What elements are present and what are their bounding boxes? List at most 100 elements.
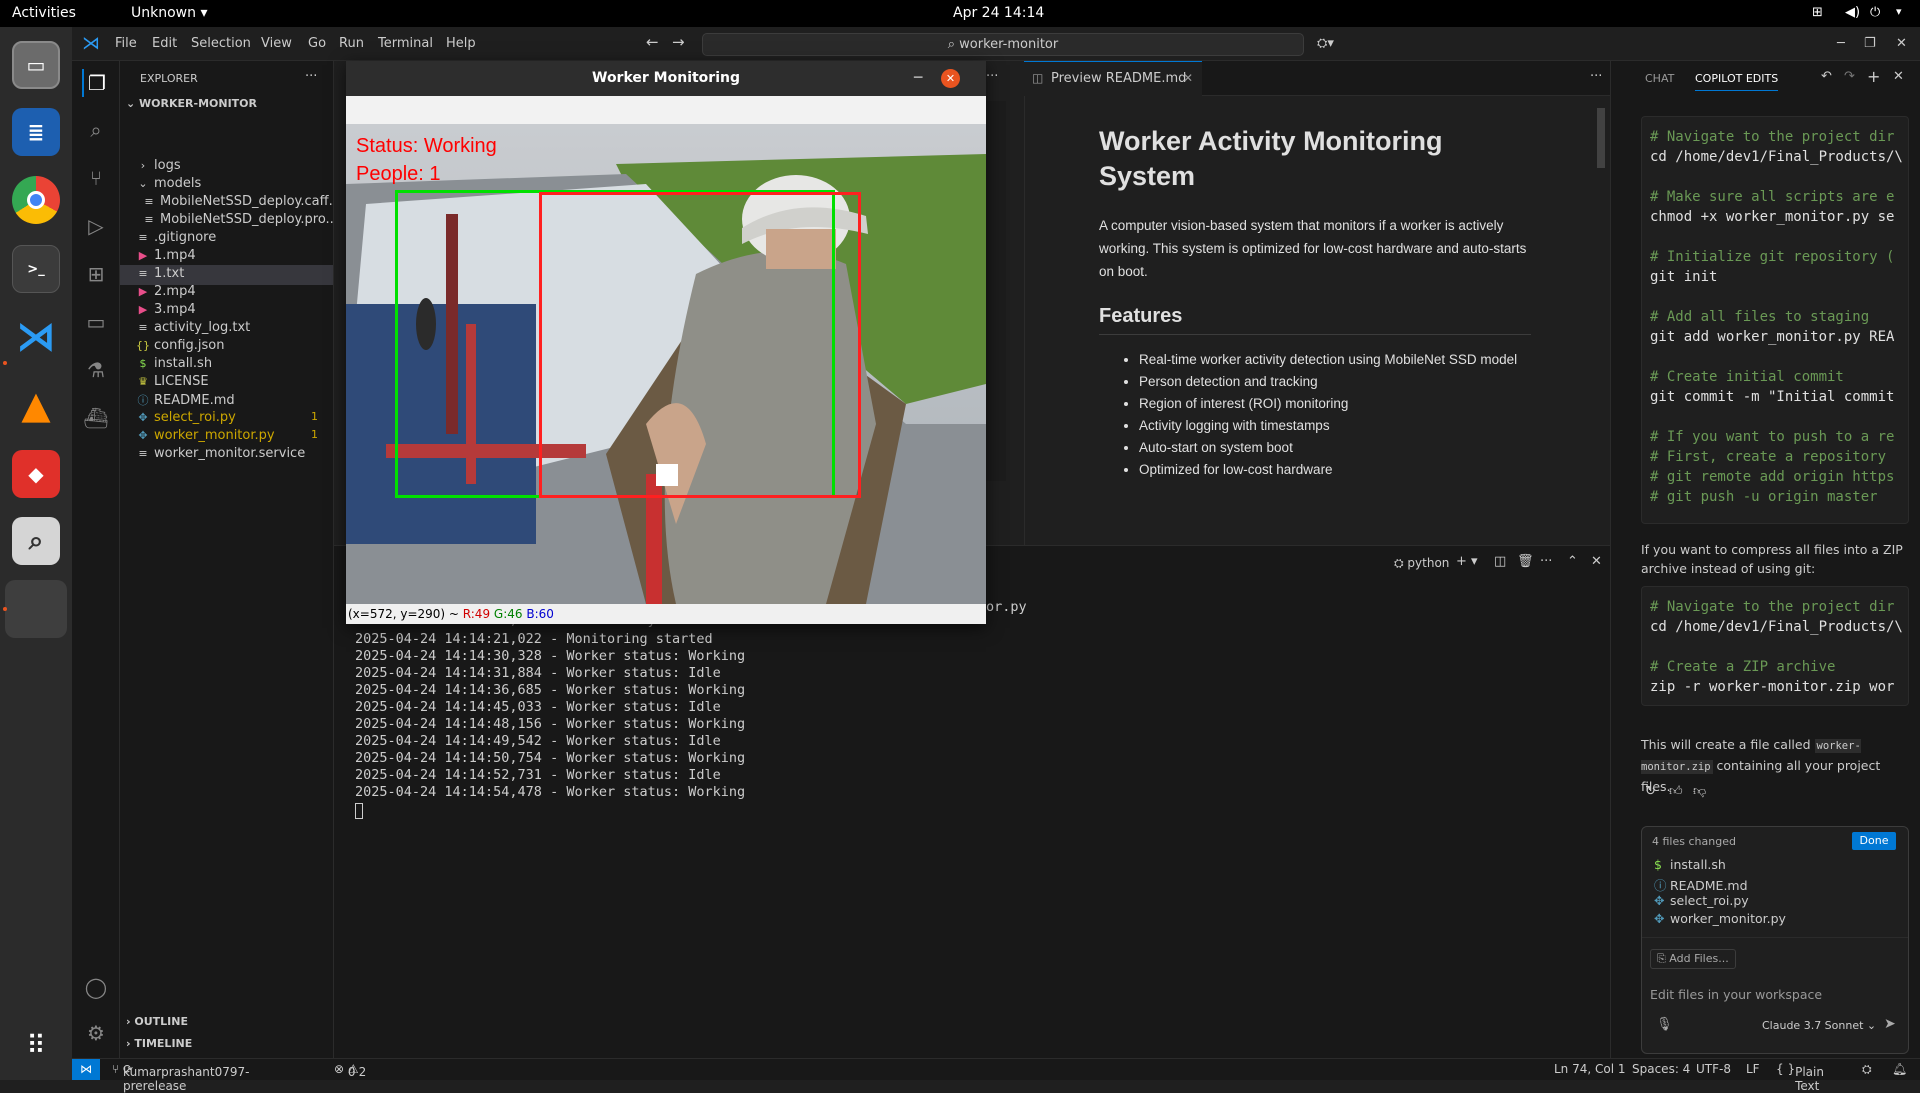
file-item[interactable]: ✥ select_roi.py xyxy=(136,410,235,425)
file-item[interactable]: ≡ activity_log.txt xyxy=(136,320,250,335)
run-debug-icon[interactable]: ▷ xyxy=(82,212,110,240)
code-block-zip[interactable]: # Navigate to the project dir cd /home/de… xyxy=(1641,586,1909,706)
menu-view[interactable]: View xyxy=(261,36,292,51)
kill-terminal-icon[interactable]: 🗑 xyxy=(1517,554,1534,569)
file-item[interactable]: ▶ 1.mp4 xyxy=(136,248,196,263)
folder-item[interactable]: ⌄ models xyxy=(136,176,201,191)
cursor-position[interactable]: Ln 74, Col 1 xyxy=(1554,1062,1626,1076)
files-app-icon[interactable]: ▭ xyxy=(12,41,60,89)
writer-app-icon[interactable]: ≣ xyxy=(12,108,60,156)
close-panel-icon[interactable]: ✕ xyxy=(1893,69,1904,84)
file-item[interactable]: ✥ worker_monitor.py xyxy=(136,428,274,443)
explorer-icon[interactable]: ❐ xyxy=(82,69,110,97)
search-icon[interactable]: ⌕ xyxy=(82,116,110,144)
show-apps-icon[interactable]: ⠿ xyxy=(20,1030,52,1062)
indentation[interactable]: Spaces: 4 xyxy=(1632,1062,1690,1076)
copilot-status-icon[interactable]: ⛭ xyxy=(1862,1062,1872,1077)
file-item[interactable]: ≡ MobileNetSSD_deploy.caff... xyxy=(142,194,341,209)
timeline-section[interactable]: › TIMELINE xyxy=(126,1037,192,1050)
new-terminal-icon[interactable]: + ▾ xyxy=(1456,554,1478,569)
retry-icon[interactable]: ↻ xyxy=(1645,784,1656,799)
close-panel-icon[interactable]: ✕ xyxy=(1591,554,1602,569)
file-item[interactable]: ▶ 3.mp4 xyxy=(136,302,196,317)
send-icon[interactable]: ➤ xyxy=(1884,1016,1896,1032)
vscode-app-icon[interactable]: ⋊ xyxy=(12,313,60,361)
window-minimize-icon[interactable]: ─ xyxy=(914,61,922,96)
window-titlebar[interactable]: Worker Monitoring ─ ✕ xyxy=(346,61,986,96)
menu-selection[interactable]: Selection xyxy=(191,36,251,51)
changed-file-item[interactable]: ✥ select_roi.py xyxy=(1654,893,1749,908)
menu-help[interactable]: Help xyxy=(446,36,476,51)
model-picker[interactable]: Claude 3.7 Sonnet ⌄ xyxy=(1762,1019,1876,1032)
volume-icon[interactable]: ◀) xyxy=(1845,5,1860,20)
testing-icon[interactable]: ⚗ xyxy=(82,356,110,384)
command-center-search[interactable]: ⌕ worker-monitor xyxy=(702,33,1304,56)
file-item[interactable]: ≡ worker_monitor.service xyxy=(136,446,305,461)
edit-prompt-input[interactable]: Edit files in your workspace xyxy=(1650,987,1822,1002)
changed-file-item[interactable]: $ install.sh xyxy=(1654,857,1726,872)
explorer-more-icon[interactable]: ··· xyxy=(305,69,317,84)
minimize-icon[interactable]: ─ xyxy=(1837,36,1845,51)
terminal-more-icon[interactable]: ··· xyxy=(1540,554,1552,569)
file-item[interactable]: $ install.sh xyxy=(136,356,213,371)
changed-file-item[interactable]: ⓘ README.md xyxy=(1654,875,1748,894)
terminal-shell-label[interactable]: ⛭ python xyxy=(1394,556,1449,571)
workspace-root[interactable]: ⌄ WORKER-MONITOR xyxy=(126,97,257,110)
anydesk-app-icon[interactable]: ◆ xyxy=(12,450,60,498)
window-close-icon[interactable]: ✕ xyxy=(941,69,960,88)
menu-edit[interactable]: Edit xyxy=(152,36,177,51)
changed-file-item[interactable]: ✥ worker_monitor.py xyxy=(1654,911,1786,926)
chrome-app-icon[interactable] xyxy=(12,176,60,224)
search-app-icon[interactable]: ⌕ xyxy=(12,517,60,565)
activities-button[interactable]: Activities xyxy=(12,5,76,21)
tab-chat[interactable]: CHAT xyxy=(1645,72,1674,85)
back-arrow-icon[interactable]: ← xyxy=(646,33,659,51)
thumbs-up-icon[interactable]: 👍︎ xyxy=(1669,784,1683,799)
settings-gear-icon[interactable]: ⚙ xyxy=(82,1019,110,1047)
undo-icon[interactable]: ↶ xyxy=(1821,69,1832,84)
git-branch[interactable]: ⑂ kumarprashant0797-prerelease ⟳ xyxy=(112,1062,249,1093)
done-button[interactable]: Done xyxy=(1852,832,1896,850)
tab-preview-readme[interactable]: ◫ Preview README.md ✕ xyxy=(1024,61,1202,96)
copilot-icon[interactable]: ⛭▾ xyxy=(1317,36,1334,51)
microphone-icon[interactable]: 🎙︎ xyxy=(1656,1017,1673,1032)
remote-indicator-icon[interactable]: ⋈ xyxy=(72,1059,100,1080)
minimap[interactable] xyxy=(984,101,1006,481)
docker-icon[interactable]: ⛴ xyxy=(82,404,110,432)
markdown-preview[interactable]: Worker Activity Monitoring System A comp… xyxy=(1024,96,1610,545)
power-icon[interactable]: ⏻ xyxy=(1870,5,1880,20)
tab-copilot-edits[interactable]: COPILOT EDITS xyxy=(1695,72,1779,91)
new-edit-session-icon[interactable]: + xyxy=(1867,67,1880,86)
tab-more-icon[interactable]: ··· xyxy=(1590,69,1602,84)
editor-more-icon[interactable]: ··· xyxy=(986,69,998,84)
file-item[interactable]: ≡ MobileNetSSD_deploy.pro... xyxy=(142,212,338,227)
preview-scrollbar[interactable] xyxy=(1597,108,1605,168)
network-icon[interactable]: ⊞ xyxy=(1812,5,1823,20)
file-item[interactable]: ⓘ README.md xyxy=(136,392,235,408)
maximize-panel-icon[interactable]: ⌃ xyxy=(1567,554,1578,569)
code-block-git[interactable]: # Navigate to the project dir cd /home/de… xyxy=(1641,116,1909,524)
file-item[interactable]: ♛ LICENSE xyxy=(136,374,209,389)
source-control-icon[interactable]: ⑂ xyxy=(82,164,110,192)
video-frame[interactable]: Status: Working People: 1 xyxy=(346,124,986,604)
problems-indicator[interactable]: ⊗ 0 ⚠ 2 xyxy=(334,1062,366,1079)
vlc-app-icon[interactable]: ▲ xyxy=(12,381,60,429)
language-mode[interactable]: { } Plain Text xyxy=(1776,1062,1824,1093)
account-icon[interactable]: ◯ xyxy=(82,973,110,1001)
menu-run[interactable]: Run xyxy=(339,36,364,51)
menu-file[interactable]: File xyxy=(115,36,137,51)
redo-icon[interactable]: ↷ xyxy=(1844,69,1855,84)
remote-explorer-icon[interactable]: ▭ xyxy=(82,308,110,336)
encoding[interactable]: UTF-8 xyxy=(1696,1062,1731,1076)
forward-arrow-icon[interactable]: → xyxy=(672,33,685,51)
app-menu[interactable]: Unknown ▾ xyxy=(131,5,207,21)
split-terminal-icon[interactable]: ◫ xyxy=(1494,554,1506,569)
end-of-line[interactable]: LF xyxy=(1746,1062,1760,1076)
restore-icon[interactable]: ❐ xyxy=(1864,36,1876,51)
menu-terminal[interactable]: Terminal xyxy=(378,36,433,51)
menu-go[interactable]: Go xyxy=(308,36,326,51)
file-item[interactable]: ≡ 1.txt xyxy=(136,266,184,281)
clock[interactable]: Apr 24 14:14 xyxy=(953,5,1044,21)
active-window-app-icon[interactable] xyxy=(5,580,67,638)
notifications-icon[interactable]: 🔔︎ xyxy=(1892,1062,1907,1076)
